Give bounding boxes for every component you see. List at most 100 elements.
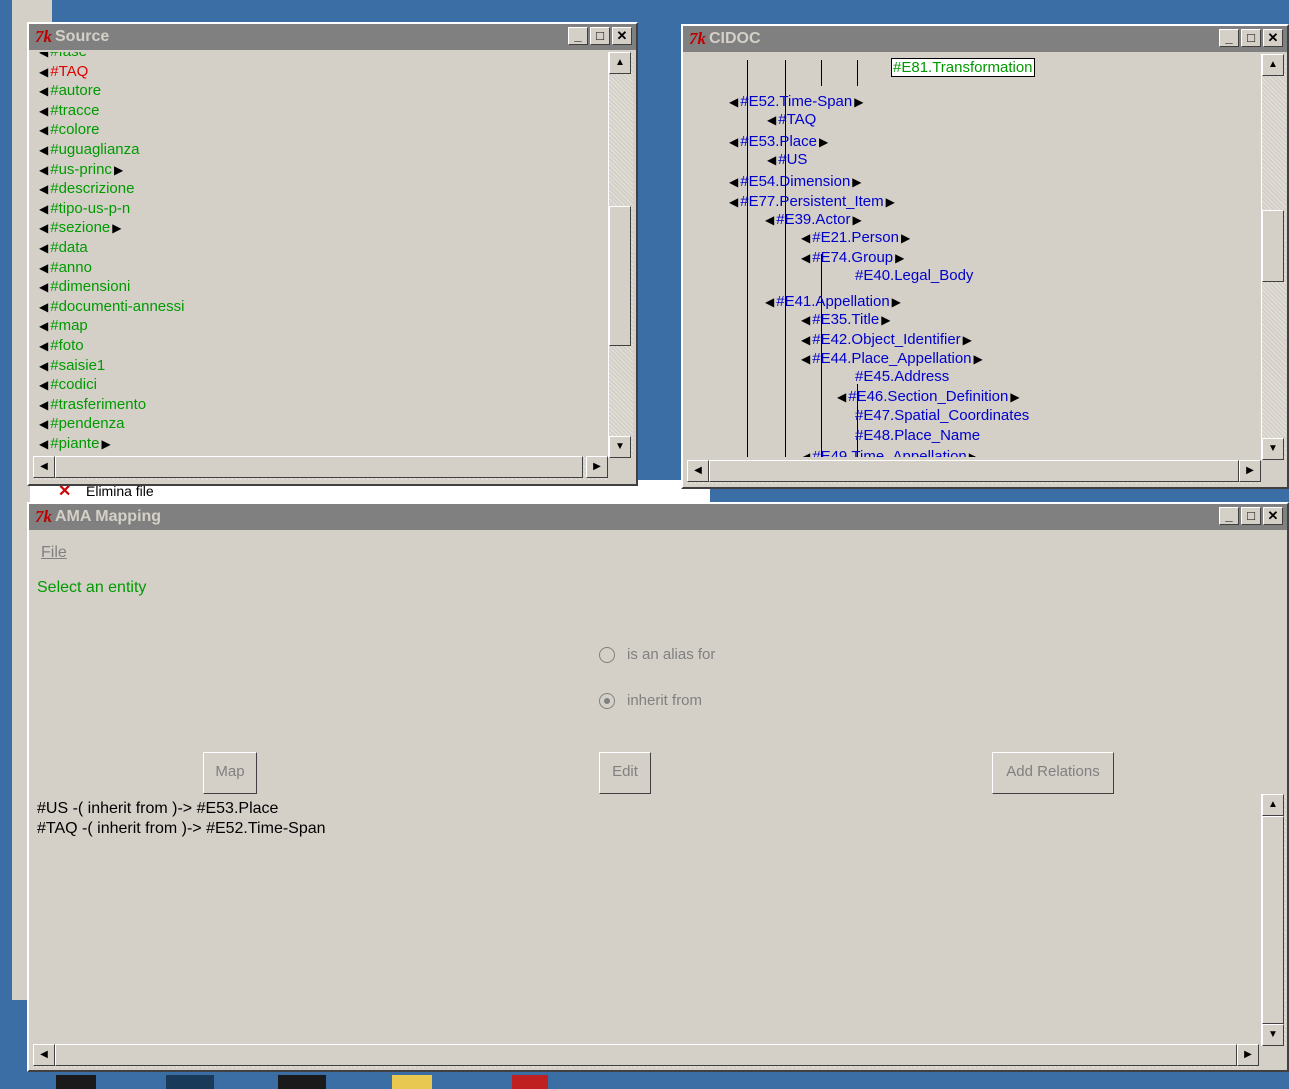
collapse-left-icon[interactable]: ◀	[801, 352, 810, 366]
cidoc-vscroll[interactable]: ▲ ▼	[1261, 54, 1286, 460]
expand-left-icon[interactable]: ◀	[39, 280, 48, 294]
expand-right-icon[interactable]: ▶	[852, 175, 861, 189]
expand-left-icon[interactable]: ◀	[39, 241, 48, 255]
scroll-down-icon[interactable]: ▼	[1262, 438, 1284, 460]
source-item[interactable]: ◀#fase	[39, 52, 87, 61]
add-relations-button[interactable]: Add Relations	[992, 752, 1114, 794]
collapse-left-icon[interactable]: ◀	[729, 195, 738, 209]
expand-left-icon[interactable]: ◀	[39, 359, 48, 373]
source-item[interactable]: ◀ #piante ▶	[39, 434, 113, 452]
collapse-left-icon[interactable]: ◀	[801, 333, 810, 347]
expand-left-icon[interactable]: ◀	[39, 143, 48, 157]
source-item[interactable]: ◀ #us-princ ▶	[39, 160, 125, 179]
edit-button[interactable]: Edit	[599, 752, 651, 794]
expand-right-icon[interactable]: ▶	[854, 95, 863, 109]
expand-left-icon[interactable]: ◀	[39, 221, 48, 235]
scroll-up-icon[interactable]: ▲	[1262, 54, 1284, 76]
minimize-icon[interactable]: _	[1219, 507, 1239, 525]
source-item[interactable]: ◀ #uguaglianza	[39, 140, 139, 159]
expand-right-icon[interactable]: ▶	[895, 251, 904, 265]
source-vscroll[interactable]: ▲ ▼	[608, 52, 633, 458]
cidoc-node[interactable]: ◀ #E21.Person ▶	[801, 228, 912, 248]
cidoc-tree[interactable]: #E81.Transformation ◀ #E52.Time-Span ▶ ◀ #TAQ…	[685, 54, 1259, 457]
source-titlebar[interactable]: 7k Source _ □ ✕	[29, 24, 636, 50]
expand-left-icon[interactable]: ◀	[39, 300, 48, 314]
collapse-left-icon[interactable]: ◀	[767, 153, 776, 167]
cidoc-node[interactable]: ◀ #E53.Place ▶	[729, 132, 830, 152]
radio-selected-icon[interactable]	[599, 692, 615, 709]
scroll-up-icon[interactable]: ▲	[1262, 794, 1284, 816]
close-icon[interactable]: ✕	[612, 27, 632, 45]
expand-left-icon[interactable]: ◀	[39, 104, 48, 118]
scroll-left-icon[interactable]: ◀	[687, 460, 709, 482]
source-item[interactable]: ◀ #colore	[39, 120, 99, 139]
expand-right-icon[interactable]: ▶	[892, 295, 901, 309]
source-item[interactable]: ◀ #TAQ	[39, 62, 88, 81]
scroll-down-icon[interactable]: ▼	[1262, 1024, 1284, 1046]
expand-left-icon[interactable]: ◀	[39, 417, 48, 431]
expand-left-icon[interactable]: ◀	[39, 182, 48, 196]
results-hscroll[interactable]: ◀ ▶	[33, 1044, 1259, 1068]
cidoc-node[interactable]: #E81.Transformation	[891, 58, 1035, 77]
scroll-right-icon[interactable]: ▶	[1239, 460, 1261, 482]
hscroll-thumb[interactable]	[55, 1044, 1237, 1066]
radio-icon[interactable]	[599, 646, 615, 663]
source-hscroll[interactable]: ◀ ▶	[33, 456, 608, 480]
collapse-left-icon[interactable]: ◀	[801, 231, 810, 245]
scroll-thumb[interactable]	[1262, 816, 1284, 1024]
scroll-right-icon[interactable]: ▶	[1237, 1044, 1259, 1066]
expand-right-icon[interactable]: ▶	[1010, 390, 1019, 404]
source-item[interactable]: ◀ #autore	[39, 81, 101, 100]
source-item[interactable]: ◀ #documenti-annessi	[39, 297, 184, 316]
cidoc-node[interactable]: #E40.Legal_Body	[855, 266, 973, 285]
collapse-left-icon[interactable]: ◀	[801, 251, 810, 265]
expand-left-icon[interactable]: ◀	[39, 84, 48, 98]
scroll-up-icon[interactable]: ▲	[609, 52, 631, 74]
result-row[interactable]: #US -( inherit from )-> #E53.Place	[37, 799, 326, 819]
source-item[interactable]: ◀ #sezione ▶	[39, 218, 124, 237]
cidoc-node[interactable]: ◀ #E74.Group ▶	[801, 248, 906, 268]
map-button[interactable]: Map	[203, 752, 257, 794]
cidoc-titlebar[interactable]: 7k CIDOC _ □ ✕	[683, 26, 1287, 52]
taskbar-app-icon[interactable]	[166, 1075, 214, 1089]
cidoc-node[interactable]: ◀ #E52.Time-Span ▶	[729, 92, 865, 112]
expand-left-icon[interactable]: ◀	[39, 163, 48, 177]
source-list[interactable]: ◀#fase◀#TAQ◀#autore◀#tracce◀#colore◀#ugu…	[31, 52, 606, 452]
scroll-right-icon[interactable]: ▶	[586, 456, 608, 478]
expand-right-icon[interactable]: ▶	[901, 231, 910, 245]
source-item[interactable]: ◀ #map	[39, 316, 88, 335]
expand-right-icon[interactable]: ▶	[969, 450, 978, 457]
scroll-left-icon[interactable]: ◀	[33, 456, 55, 478]
scroll-thumb[interactable]	[609, 206, 631, 346]
source-item[interactable]: ◀ #pendenza	[39, 414, 124, 433]
results-list[interactable]: #US -( inherit from )-> #E53.Place #TAQ …	[37, 799, 326, 839]
cidoc-node[interactable]: ◀ #E35.Title ▶	[801, 310, 892, 330]
source-item[interactable]: ◀ #codici	[39, 375, 97, 394]
alias-radio[interactable]: is an alias for	[599, 646, 715, 663]
collapse-left-icon[interactable]: ◀	[801, 313, 810, 327]
expand-right-icon[interactable]: ▶	[112, 221, 121, 235]
expand-left-icon[interactable]: ◀	[39, 398, 48, 412]
results-vscroll[interactable]: ▲ ▼	[1261, 794, 1286, 1046]
expand-right-icon[interactable]: ▶	[101, 437, 110, 451]
expand-right-icon[interactable]: ▶	[963, 333, 972, 347]
collapse-left-icon[interactable]: ◀	[765, 213, 774, 227]
source-item[interactable]: ◀ #anno	[39, 258, 92, 277]
expand-right-icon[interactable]: ▶	[886, 195, 895, 209]
taskbar-folder-icon[interactable]	[392, 1075, 432, 1089]
collapse-left-icon[interactable]: ◀	[765, 295, 774, 309]
source-item[interactable]: ◀ #dimensioni	[39, 277, 130, 296]
collapse-left-icon[interactable]: ◀	[729, 135, 738, 149]
cidoc-node[interactable]: #E48.Place_Name	[855, 426, 980, 445]
inherit-radio[interactable]: inherit from	[599, 692, 702, 709]
maximize-icon[interactable]: □	[1241, 507, 1261, 525]
file-menu[interactable]: File	[41, 544, 67, 562]
expand-left-icon[interactable]: ◀	[39, 52, 48, 59]
source-item[interactable]: ◀ #descrizione	[39, 179, 134, 198]
expand-right-icon[interactable]: ▶	[852, 213, 861, 227]
hscroll-thumb[interactable]	[709, 460, 1239, 482]
cidoc-node[interactable]: #E45.Address	[855, 367, 949, 386]
scroll-down-icon[interactable]: ▼	[609, 436, 631, 458]
minimize-icon[interactable]: _	[568, 27, 588, 45]
cidoc-node[interactable]: ◀ #US	[767, 150, 807, 170]
